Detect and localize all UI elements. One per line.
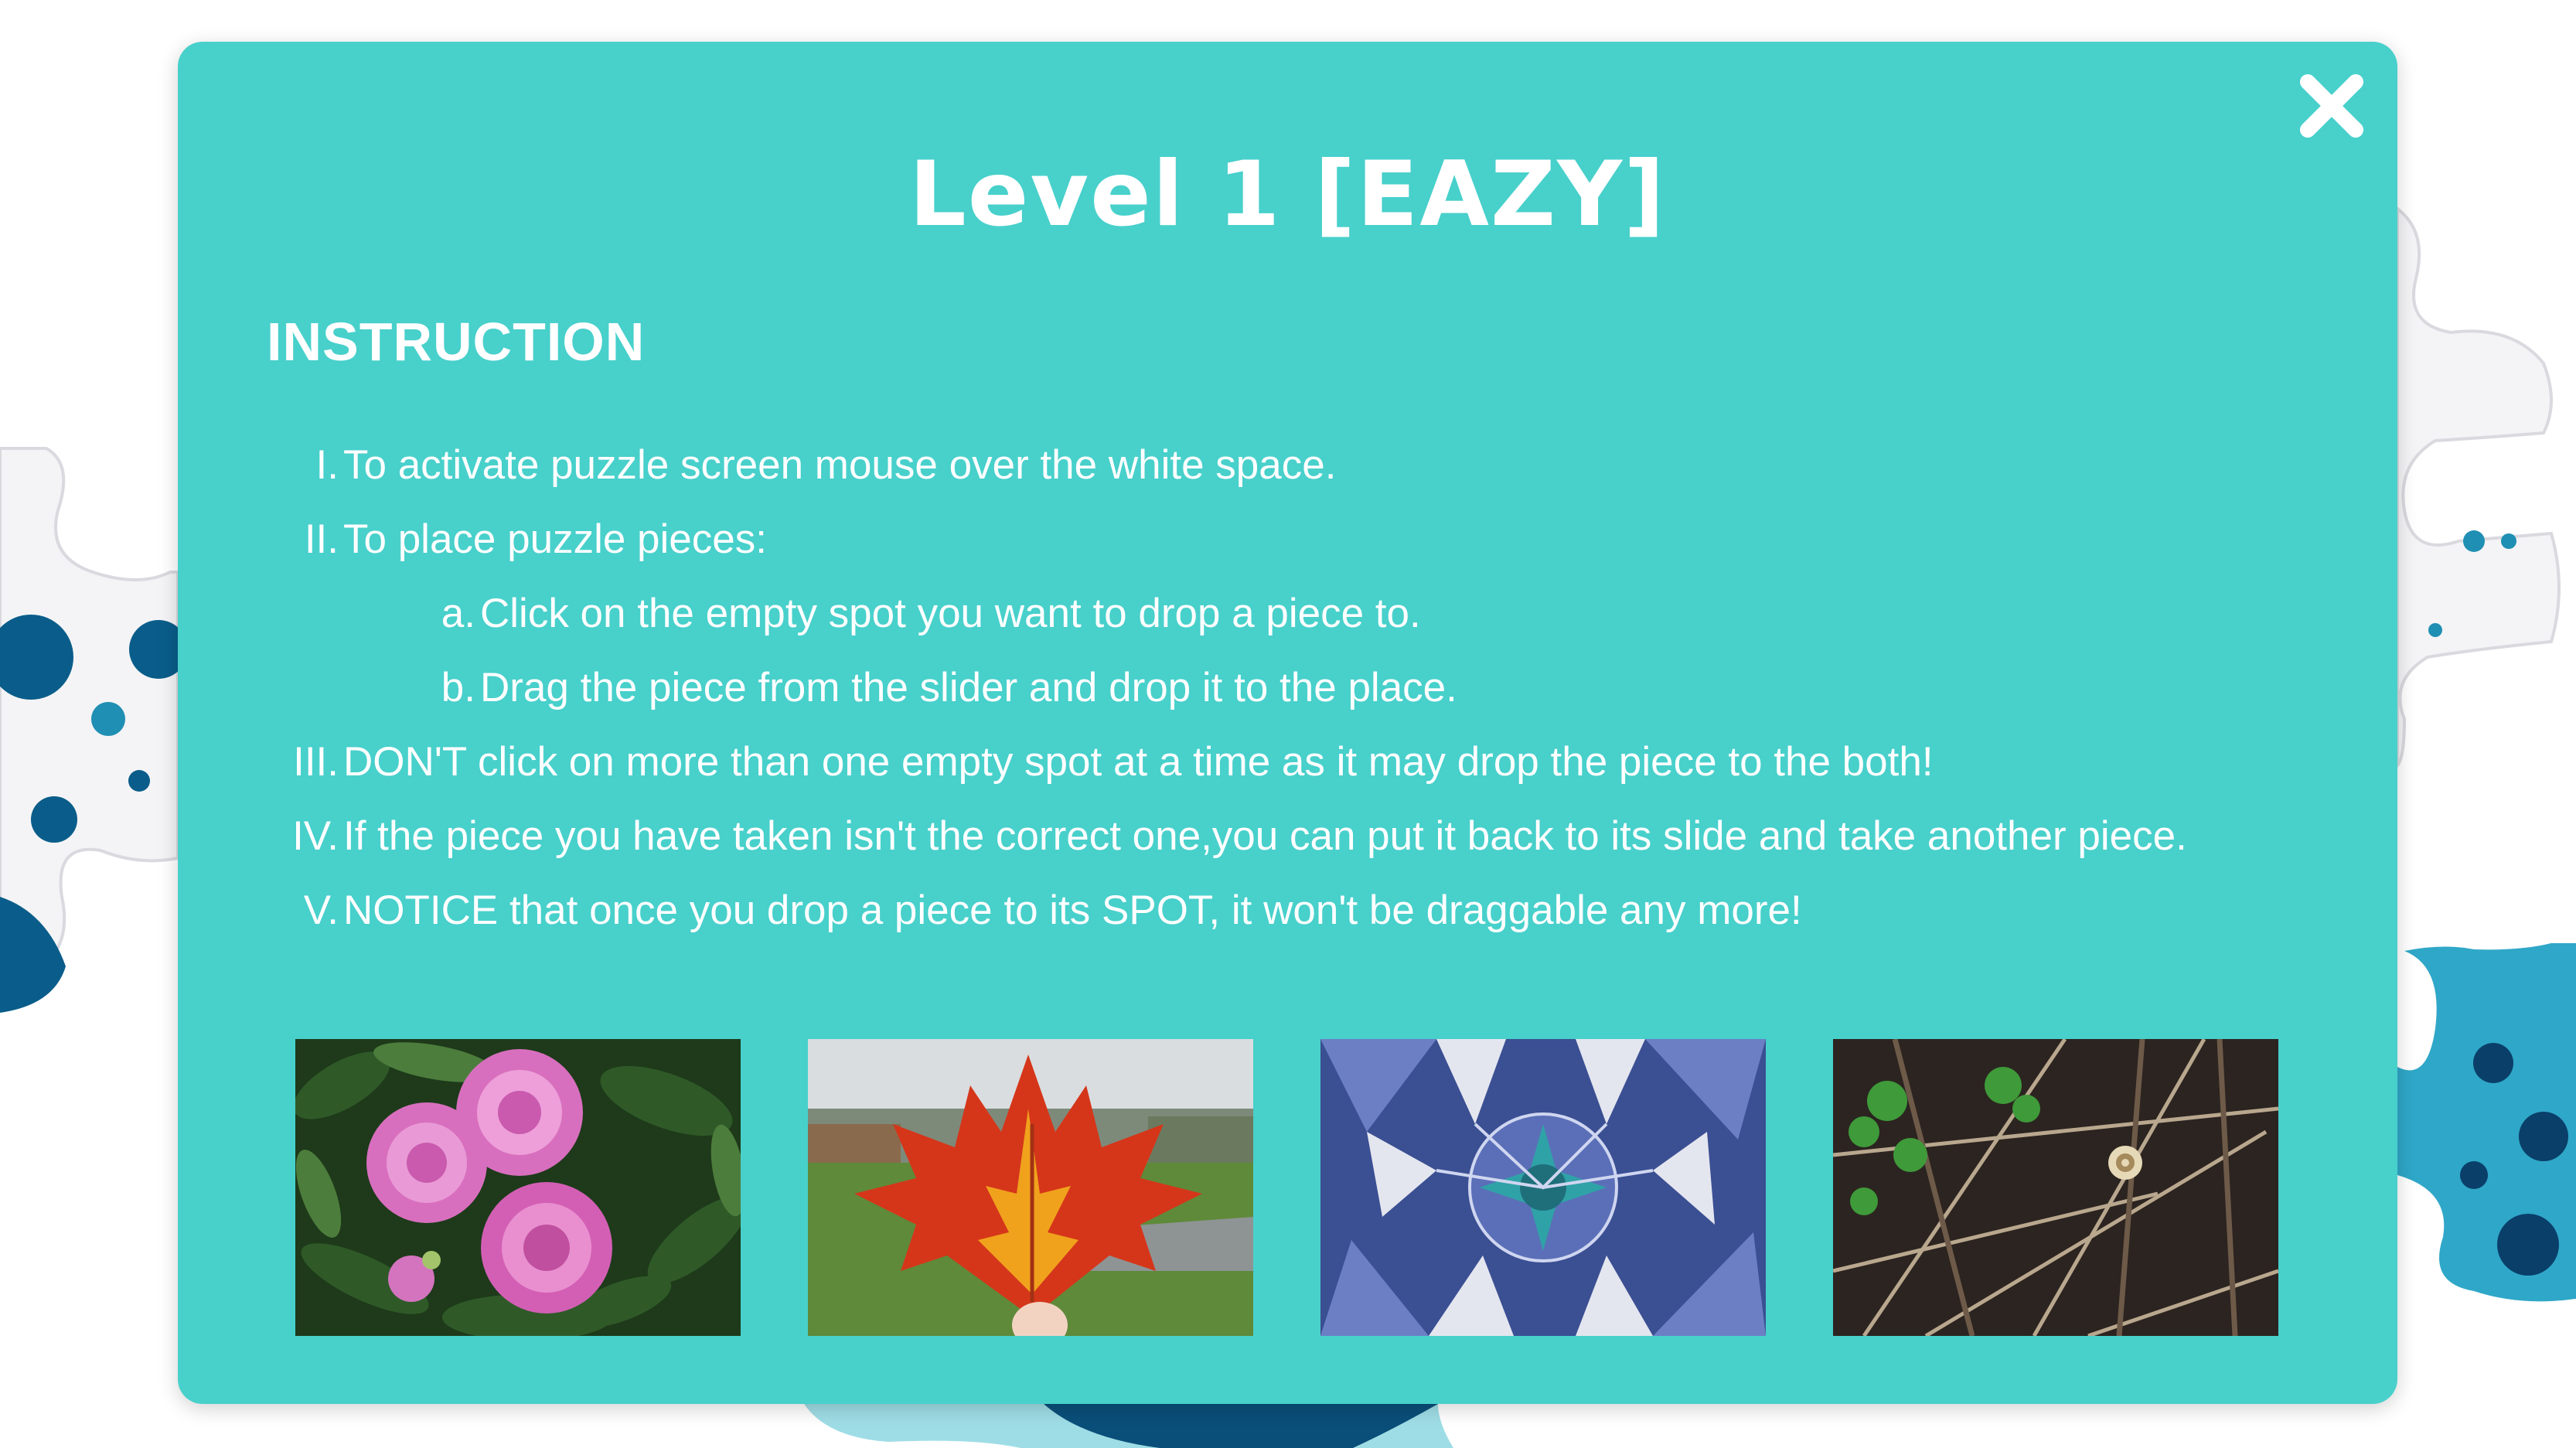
mosaic-dome-picture	[1320, 1039, 1766, 1336]
instruction-list: I. To activate puzzle screen mouse over …	[178, 428, 2397, 948]
peony-flowers-picture	[295, 1039, 741, 1336]
peony-flowers-image[interactable]	[295, 1039, 741, 1336]
instruction-item: III. DON'T click on more than one empty …	[178, 725, 2397, 799]
maple-leaf-image[interactable]	[808, 1039, 1253, 1336]
item-text: Drag the piece from the slider and drop …	[480, 665, 1457, 710]
bottom-puzzle-piece	[804, 1404, 1453, 1448]
maple-leaf-picture	[808, 1039, 1253, 1336]
right-top-puzzle-piece	[2396, 205, 2561, 770]
forest-floor-snail-picture	[1833, 1039, 2278, 1336]
item-text: Click on the empty spot you want to drop…	[480, 591, 1421, 636]
left-puzzle-piece	[0, 447, 188, 1013]
instruction-item: IV. If the piece you have taken isn't th…	[178, 799, 2397, 874]
item-text: If the piece you have taken isn't the co…	[343, 813, 2187, 859]
instruction-subitem: b. Drag the piece from the slider and dr…	[178, 651, 2397, 725]
instruction-heading: INSTRUCTION	[267, 312, 646, 372]
instruction-item: II. To place puzzle pieces:	[178, 503, 2397, 577]
item-number: II.	[304, 516, 339, 562]
item-text: NOTICE that once you drop a piece to its…	[343, 888, 1802, 933]
item-number: III.	[293, 739, 339, 785]
mosaic-dome-image[interactable]	[1320, 1039, 1766, 1336]
right-bottom-puzzle-piece	[2397, 943, 2576, 1302]
item-number: V.	[303, 888, 339, 933]
item-number: IV.	[292, 813, 339, 859]
instruction-item: I. To activate puzzle screen mouse over …	[178, 428, 2397, 503]
level-modal: Level 1 [EAZY] INSTRUCTION I. To activat…	[178, 42, 2397, 1404]
item-text: To place puzzle pieces:	[343, 516, 767, 562]
item-number: I.	[315, 442, 339, 488]
item-number: a.	[441, 591, 475, 636]
instruction-subitem: a. Click on the empty spot you want to d…	[178, 577, 2397, 651]
level-title: Level 1 [EAZY]	[908, 142, 1667, 247]
item-text: To activate puzzle screen mouse over the…	[343, 442, 1337, 488]
close-button[interactable]	[2295, 70, 2368, 142]
instruction-item: V. NOTICE that once you drop a piece to …	[178, 874, 2397, 948]
forest-floor-snail-image[interactable]	[1833, 1039, 2278, 1336]
close-icon	[2300, 74, 2363, 138]
item-text: DON'T click on more than one empty spot …	[343, 739, 1934, 785]
item-number: b.	[441, 665, 475, 710]
